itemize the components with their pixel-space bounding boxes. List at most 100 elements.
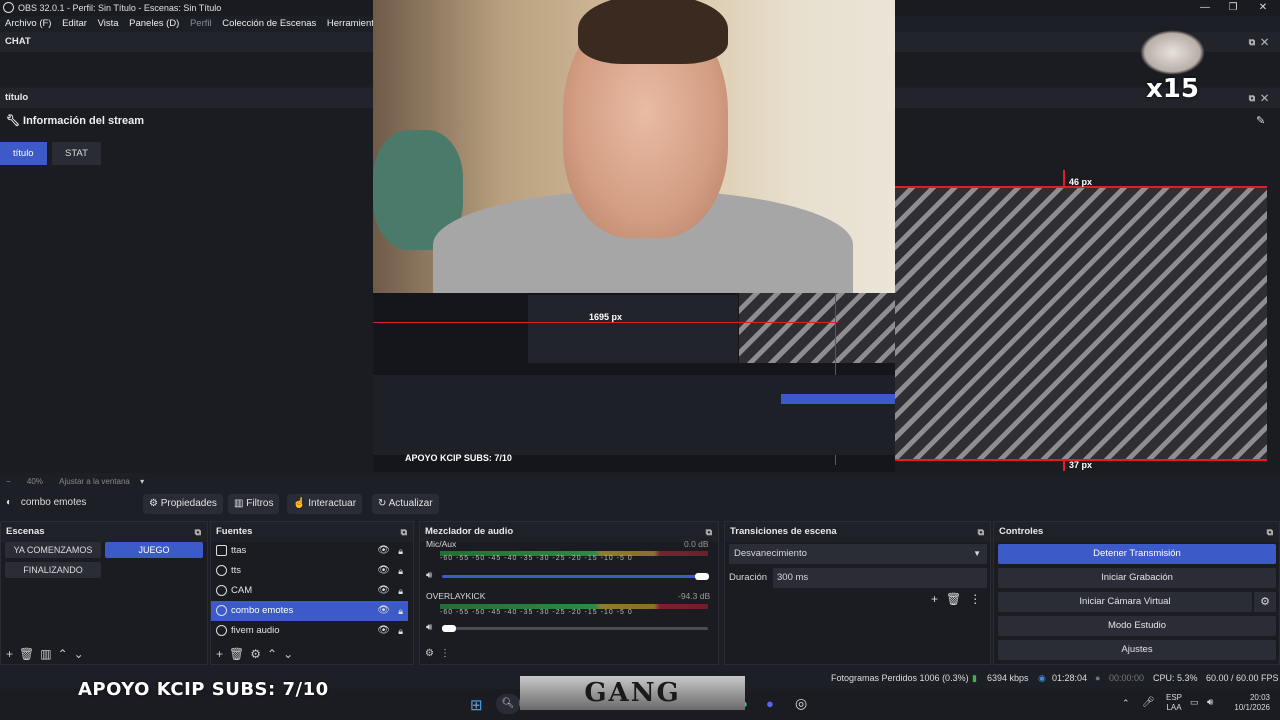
duration-input[interactable]: 300 ms: [773, 568, 987, 588]
language-indicator[interactable]: ESP LAA: [1166, 693, 1182, 713]
eye-icon[interactable]: 👁︎: [377, 561, 390, 581]
dock-menu-icon[interactable]: ⧉: [978, 522, 984, 542]
bottom-gap-label: 37 px: [1069, 460, 1093, 470]
audio-mixer-dock: Mezclador de audio ⧉ Mic/Aux 0.0 dB -60 …: [419, 521, 719, 665]
tab-titulo[interactable]: título: [0, 142, 47, 165]
eye-icon[interactable]: 👁︎: [377, 601, 390, 621]
fit-window-button[interactable]: Ajustar a la ventana: [59, 477, 130, 486]
preview-canvas[interactable]: 1695 px APOYO KCIP SUBS: 7/10: [373, 0, 895, 472]
trash-icon[interactable]: 🗑︎: [19, 647, 40, 661]
refresh-button[interactable]: ↻ Actualizar: [372, 494, 439, 514]
up-icon[interactable]: ⌃: [58, 647, 74, 661]
interact-button[interactable]: ☝ Interactuar: [287, 494, 363, 514]
speaker-icon[interactable]: 🔊︎: [426, 622, 432, 633]
close-button[interactable]: ✕: [1246, 0, 1280, 16]
dock-menu-icon[interactable]: ⧉: [195, 522, 201, 542]
volume-icon[interactable]: 🔊︎: [1207, 697, 1213, 708]
discord-icon[interactable]: ●: [766, 696, 774, 711]
virtual-camera-settings-icon[interactable]: ⚙: [1254, 592, 1276, 612]
obs-taskbar-icon[interactable]: ◎: [795, 695, 807, 712]
add-icon[interactable]: +: [216, 647, 229, 661]
up-icon[interactable]: ⌃: [267, 647, 283, 661]
dock-float-close-icons[interactable]: ⧉✕: [1249, 32, 1274, 52]
scene-ya-comenzamos[interactable]: YA COMENZAMOS: [5, 542, 101, 558]
mixer-header: Mezclador de audio ⧉: [420, 522, 718, 542]
lock-icon[interactable]: 🔒︎: [398, 581, 403, 601]
scene-finalizando[interactable]: FINALIZANDO: [5, 562, 101, 578]
search-icon[interactable]: 🔍︎: [496, 694, 520, 714]
eye-icon[interactable]: 👁︎: [377, 621, 390, 641]
studio-mode-button[interactable]: Modo Estudio: [998, 616, 1276, 636]
microphone-icon[interactable]: 🎤︎: [1142, 697, 1155, 708]
rec-icon: ●: [1095, 673, 1101, 683]
controls-header: Controles ⧉: [994, 522, 1279, 542]
source-fivem-audio[interactable]: fivem audio 👁︎ 🔒︎: [211, 621, 408, 641]
windows-start-icon[interactable]: ⊞: [470, 696, 483, 714]
mini-guide-line: [373, 322, 838, 323]
gear-icon[interactable]: ⚙: [250, 647, 267, 661]
tab-stat[interactable]: STAT: [52, 142, 101, 165]
add-icon[interactable]: +: [931, 592, 946, 606]
edit-pencil-icon[interactable]: ✎: [1256, 114, 1265, 127]
controls-title: Controles: [999, 526, 1044, 537]
more-icon[interactable]: ⋮: [969, 592, 989, 606]
start-recording-button[interactable]: Iniciar Grabación: [998, 568, 1276, 588]
lock-icon[interactable]: 🔒︎: [398, 561, 403, 581]
browser-source-icon: [216, 545, 227, 556]
settings-button[interactable]: Ajustes: [998, 640, 1276, 660]
filter-icon[interactable]: ▥: [40, 647, 57, 661]
chevron-up-icon[interactable]: ⌃: [1122, 698, 1130, 709]
rec-time: 00:00:00: [1109, 673, 1145, 683]
down-icon[interactable]: ⌄: [283, 647, 299, 661]
down-icon[interactable]: ⌄: [74, 647, 90, 661]
transition-select[interactable]: Desvanecimiento ▼: [729, 544, 987, 564]
zoom-bar: − 40% Ajustar a la ventana ▾: [0, 474, 372, 490]
properties-button[interactable]: ⚙ Propiedades: [143, 494, 223, 514]
clock[interactable]: 20:03 10/1/2026: [1226, 693, 1270, 713]
network-icon[interactable]: ▭: [1190, 697, 1199, 708]
menu-editar[interactable]: Editar: [62, 18, 87, 29]
trash-icon[interactable]: 🗑︎: [229, 647, 250, 661]
source-cam[interactable]: CAM 👁︎ 🔒︎: [211, 581, 408, 601]
add-icon[interactable]: +: [6, 647, 19, 661]
cpu-usage: CPU: 5.3%: [1153, 673, 1198, 683]
scene-juego[interactable]: JUEGO: [105, 542, 203, 558]
eye-icon[interactable]: 👁︎: [377, 581, 390, 601]
zoom-level[interactable]: 40%: [27, 477, 43, 486]
stop-streaming-button[interactable]: Detener Transmisión: [998, 544, 1276, 564]
menu-archivo[interactable]: Archivo (F): [5, 18, 51, 29]
menu-coleccion-escenas[interactable]: Colección de Escenas: [222, 18, 316, 29]
lock-icon[interactable]: 🔒︎: [398, 601, 403, 621]
dock-float-close-icons[interactable]: ⧉✕: [1249, 88, 1274, 108]
dock-menu-icon[interactable]: ⧉: [1267, 522, 1273, 542]
dock-menu-icon[interactable]: ⧉: [401, 522, 407, 542]
mic-volume-slider[interactable]: [442, 575, 708, 578]
overlaykick-volume-slider[interactable]: [442, 627, 708, 630]
speaker-icon[interactable]: 🔊︎: [426, 570, 432, 581]
menu-paneles[interactable]: Paneles (D): [129, 18, 179, 29]
live-icon: ◉: [1038, 673, 1046, 683]
mic-volume-knob[interactable]: [695, 573, 709, 580]
top-gap-marker: [1063, 170, 1065, 187]
eye-icon[interactable]: 👁︎: [377, 541, 390, 561]
zoom-out-button[interactable]: −: [6, 477, 11, 486]
menu-vista[interactable]: Vista: [98, 18, 119, 29]
filters-button[interactable]: ▥ Filtros: [228, 494, 280, 514]
lock-icon[interactable]: 🔒︎: [398, 541, 403, 561]
more-icon[interactable]: ⋮: [440, 648, 456, 659]
source-tts[interactable]: tts 👁︎ 🔒︎: [211, 561, 408, 581]
overlaykick-volume-knob[interactable]: [442, 625, 456, 632]
trash-icon[interactable]: 🗑︎: [946, 592, 969, 606]
sources-header: Fuentes ⧉: [211, 522, 413, 542]
lock-icon[interactable]: 🔒︎: [398, 621, 403, 641]
duration-label: Duración: [729, 572, 768, 583]
source-ttas[interactable]: ttas 👁︎ 🔒︎: [211, 541, 408, 561]
zoom-dropdown-icon[interactable]: ▾: [140, 477, 144, 486]
start-virtual-camera-button[interactable]: Iniciar Cámara Virtual: [998, 592, 1252, 612]
window-title: OBS 32.0.1 - Perfil: Sin Título - Escena…: [18, 3, 222, 13]
maximize-button[interactable]: ❐: [1216, 0, 1250, 16]
gear-icon[interactable]: ⚙: [425, 648, 440, 659]
wrench-icon: 🔧︎: [6, 115, 20, 127]
source-combo-emotes[interactable]: combo emotes 👁︎ 🔒︎: [211, 601, 408, 621]
menu-perfil[interactable]: Perfil: [190, 18, 212, 29]
